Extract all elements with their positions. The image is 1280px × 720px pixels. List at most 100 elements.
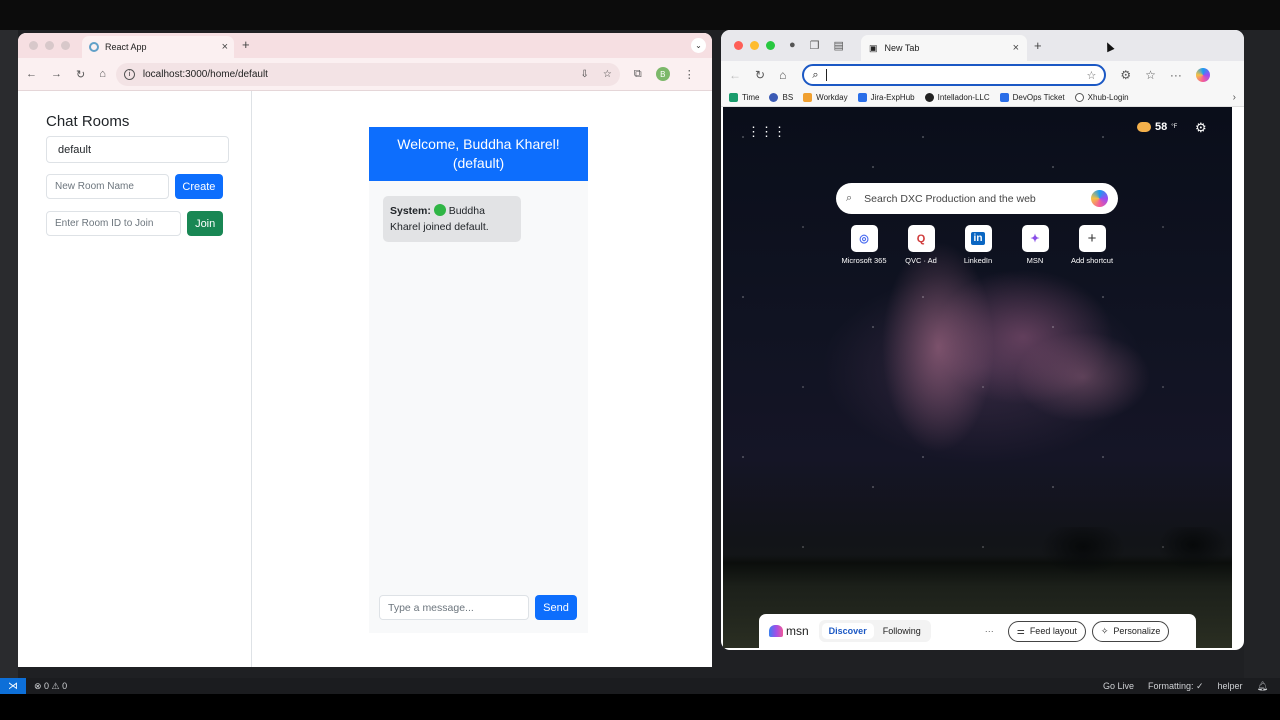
back-icon[interactable]: ← bbox=[26, 68, 37, 80]
favorite-workday[interactable]: Workday bbox=[803, 93, 848, 102]
copilot-icon[interactable] bbox=[1091, 190, 1108, 207]
remote-indicator-icon[interactable]: ⋊ bbox=[0, 678, 26, 694]
linkedin-icon: in bbox=[964, 225, 992, 252]
room-item-default[interactable]: default bbox=[46, 136, 229, 163]
home-icon[interactable]: ⌂ bbox=[779, 68, 786, 82]
notifications-bell-icon[interactable]: 🔔︎ bbox=[1257, 681, 1268, 692]
minimize-window-button[interactable] bbox=[750, 41, 759, 50]
weather-temp: 58 bbox=[1155, 121, 1168, 133]
tab-discover[interactable]: Discover bbox=[821, 623, 874, 639]
tab-title: React App bbox=[105, 42, 147, 52]
feed-tabs: Discover Following bbox=[818, 620, 931, 642]
edge-toolbar: ← ↻ ⌂ ⌕ ☆ ⚙ ☆ ··· bbox=[721, 61, 1244, 89]
tab-search-button[interactable]: ⌄ bbox=[691, 38, 706, 53]
search-placeholder: Search DXC Production and the web bbox=[864, 192, 1036, 205]
editor-right-panel bbox=[1244, 30, 1280, 680]
window-controls[interactable] bbox=[29, 41, 70, 50]
text-caret bbox=[826, 69, 828, 81]
favorite-time[interactable]: Time bbox=[729, 93, 759, 102]
maximize-window-button[interactable] bbox=[61, 41, 70, 50]
workday-icon bbox=[803, 93, 813, 102]
close-window-button[interactable] bbox=[29, 41, 38, 50]
react-icon bbox=[89, 42, 99, 52]
shortcut-qvc[interactable]: Q QVC · Ad bbox=[900, 225, 942, 265]
workspaces-icon[interactable]: ❐ bbox=[810, 39, 820, 52]
chat-header: Welcome, Buddha Kharel! (default) bbox=[369, 127, 588, 181]
partly-cloudy-icon bbox=[1137, 122, 1151, 132]
profile-avatar[interactable]: B bbox=[655, 67, 670, 81]
favorite-star-icon[interactable]: ☆ bbox=[1086, 69, 1096, 82]
extensions-icon[interactable]: ⚙ bbox=[1120, 68, 1131, 82]
globe-icon bbox=[1074, 93, 1084, 102]
address-bar[interactable]: ⌕ ☆ bbox=[802, 64, 1107, 86]
chrome-menu-icon[interactable]: ⋮ bbox=[684, 68, 695, 81]
helper-item[interactable]: helper bbox=[1218, 681, 1243, 692]
favorite-intelladon[interactable]: Intelladon-LLC bbox=[924, 93, 990, 102]
new-tab-button[interactable]: + bbox=[242, 37, 250, 52]
edge-window-controls[interactable] bbox=[734, 41, 775, 50]
weather-widget[interactable]: 58 °F bbox=[1137, 121, 1177, 133]
shortcut-add[interactable]: + Add shortcut bbox=[1071, 225, 1113, 265]
shortcut-linkedin[interactable]: in LinkedIn bbox=[957, 225, 999, 265]
msn-logo[interactable]: msn bbox=[769, 624, 809, 638]
go-live-button[interactable]: Go Live bbox=[1103, 681, 1134, 692]
favorite-devops[interactable]: DevOps Ticket bbox=[999, 93, 1065, 102]
reload-icon[interactable]: ↻ bbox=[76, 68, 85, 81]
shortcut-microsoft-365[interactable]: ◎ Microsoft 365 bbox=[841, 225, 887, 265]
send-button[interactable]: Send bbox=[535, 595, 577, 620]
tab-react-app[interactable]: React App × bbox=[82, 36, 234, 58]
favorites-icon[interactable]: ☆ bbox=[1145, 68, 1156, 82]
close-tab-icon[interactable]: × bbox=[222, 41, 228, 53]
join-room-id-input[interactable]: Enter Room ID to Join bbox=[46, 211, 182, 236]
create-room-button[interactable]: Create bbox=[174, 174, 223, 199]
new-tab-page: ⋮⋮⋮ 58 °F ⚙ ⌕ Search DXC Production and t… bbox=[723, 107, 1232, 648]
screen-top-bar bbox=[0, 0, 1280, 30]
close-window-button[interactable] bbox=[734, 41, 743, 50]
site-info-icon[interactable]: i bbox=[123, 68, 135, 80]
bookmark-star-icon[interactable]: ☆ bbox=[603, 69, 612, 80]
install-app-icon[interactable]: ⇩ bbox=[581, 69, 589, 80]
formatting-status[interactable]: Formatting: ✓ bbox=[1148, 681, 1204, 692]
problems-count[interactable]: ⊗ 0 ⚠ 0 bbox=[34, 681, 67, 692]
join-room-button[interactable]: Join bbox=[187, 211, 223, 236]
tab-new-tab[interactable]: ▣ New Tab × bbox=[861, 35, 1027, 61]
profile-icon[interactable]: ● bbox=[789, 39, 796, 52]
favorite-bs[interactable]: BS bbox=[769, 93, 793, 102]
message-input[interactable]: Type a message... bbox=[379, 595, 529, 620]
reload-icon[interactable]: ↻ bbox=[755, 68, 765, 82]
web-search-box[interactable]: ⌕ Search DXC Production and the web bbox=[836, 183, 1118, 214]
more-menu-icon[interactable]: ··· bbox=[1170, 68, 1182, 82]
home-icon[interactable]: ⌂ bbox=[99, 68, 106, 80]
tab-following[interactable]: Following bbox=[876, 623, 928, 639]
favorite-xhub[interactable]: Xhub-Login bbox=[1074, 93, 1129, 102]
chevron-right-icon[interactable]: › bbox=[1233, 92, 1236, 103]
feed-layout-button[interactable]: ⚌ Feed layout bbox=[1007, 620, 1086, 642]
edge-tab-bar: ● ❐ ▤ ▣ New Tab × + bbox=[721, 30, 1244, 61]
new-room-name-input[interactable]: New Room Name bbox=[46, 174, 169, 199]
minimize-window-button[interactable] bbox=[45, 41, 54, 50]
new-tab-button[interactable]: + bbox=[1034, 38, 1042, 53]
favorite-jira[interactable]: Jira-ExpHub bbox=[857, 93, 915, 102]
maximize-window-button[interactable] bbox=[766, 41, 775, 50]
address-bar[interactable]: i localhost:3000/home/default ⇩ ☆ bbox=[115, 62, 620, 86]
chat-main: Welcome, Buddha Kharel! (default) System… bbox=[252, 91, 712, 667]
more-options-icon[interactable]: ··· bbox=[985, 626, 994, 636]
msn-feed-bar: msn Discover Following ··· ⚌ Feed layout… bbox=[759, 614, 1196, 648]
chat-message: System: Buddha Kharel joined default. bbox=[383, 196, 521, 242]
forward-icon[interactable]: → bbox=[51, 68, 62, 80]
vertical-tabs-icon[interactable]: ▤ bbox=[834, 39, 844, 52]
shortcut-msn[interactable]: ✦ MSN bbox=[1014, 225, 1056, 265]
copilot-icon[interactable] bbox=[1195, 68, 1210, 82]
page-settings-gear-icon[interactable]: ⚙ bbox=[1195, 120, 1207, 136]
close-tab-icon[interactable]: × bbox=[1013, 42, 1019, 54]
search-icon: ⌕ bbox=[846, 192, 853, 204]
back-icon[interactable]: ← bbox=[729, 68, 741, 82]
shortcut-tiles: ◎ Microsoft 365 Q QVC · Ad in LinkedIn ✦… bbox=[841, 225, 1113, 265]
extensions-icon[interactable]: ⧉ bbox=[634, 68, 642, 81]
microsoft-365-icon: ◎ bbox=[850, 225, 878, 252]
app-launcher-icon[interactable]: ⋮⋮⋮ bbox=[747, 124, 786, 140]
chrome-tab-bar: React App × + ⌄ bbox=[18, 33, 712, 58]
chat-panel: Welcome, Buddha Kharel! (default) System… bbox=[369, 127, 588, 633]
chrome-window: React App × + ⌄ ← → ↻ ⌂ i localhost:3000… bbox=[18, 33, 712, 667]
personalize-button[interactable]: ✧ Personalize bbox=[1091, 620, 1170, 642]
